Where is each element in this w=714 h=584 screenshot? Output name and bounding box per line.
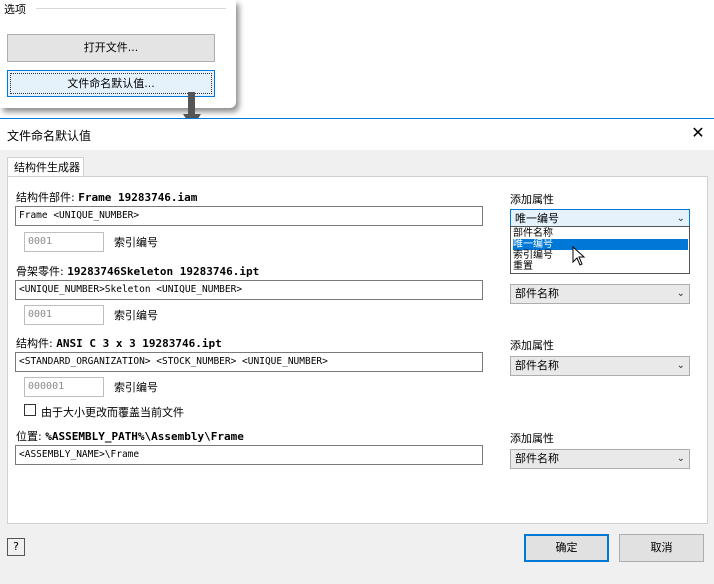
file-naming-defaults-dialog: 文件命名默认值 ✕ 结构件生成器 [0, 118, 714, 584]
chevron-down-icon: ⌄ [676, 453, 685, 464]
dropdown-option-unique-number[interactable]: 唯一编号 [513, 239, 688, 250]
cancel-button[interactable]: 取消 [619, 534, 704, 562]
overwrite-checkbox[interactable] [24, 404, 36, 416]
chevron-down-icon: ⌄ [676, 360, 685, 371]
index-number-label: 索引编号 [114, 236, 158, 249]
dialog-titlebar: 文件命名默认值 ✕ [0, 119, 714, 150]
dropdown-option-index-number[interactable]: 索引编号 [513, 250, 688, 261]
location-label: 位置: %ASSEMBLY_PATH%\Assembly\Frame [16, 430, 244, 443]
add-property-label: 添加属性 [510, 339, 554, 352]
add-property-combo-member[interactable]: 部件名称 ⌄ [510, 356, 690, 376]
options-panel: 选项 打开文件... 文件命名默认值... [0, 0, 236, 108]
close-icon[interactable]: ✕ [690, 125, 706, 141]
frame-member-pattern-input[interactable]: <STANDARD_ORGANIZATION> <STOCK_NUMBER> <… [15, 352, 483, 372]
file-naming-defaults-button[interactable]: 文件命名默认值... [7, 70, 215, 97]
index-number-label: 索引编号 [114, 309, 158, 322]
divider [36, 8, 226, 9]
tab-frame-generator[interactable]: 结构件生成器 [7, 157, 84, 177]
add-property-dropdown-list: 部件名称 唯一编号 索引编号 重置 [510, 226, 690, 274]
add-property-label: 添加属性 [510, 432, 554, 445]
mouse-cursor-icon [572, 246, 586, 266]
frame-member-index-input[interactable]: 000001 [24, 377, 104, 397]
help-icon[interactable]: ? [7, 538, 25, 556]
dialog-title: 文件命名默认值 [7, 129, 92, 143]
frame-assembly-label: 结构件部件: Frame 19283746.iam [16, 191, 198, 204]
location-pattern-input[interactable]: <ASSEMBLY_NAME>\Frame [15, 445, 483, 465]
frame-member-label: 结构件: ANSI C 3 x 3 19283746.ipt [16, 337, 222, 350]
skeleton-part-label: 骨架零件: 19283746Skeleton 19283746.ipt [16, 265, 260, 278]
add-property-combo-skeleton[interactable]: 部件名称 ⌄ [510, 284, 690, 304]
skeleton-part-index-input[interactable]: 0001 [24, 305, 104, 325]
options-title: 选项 [4, 3, 26, 16]
chevron-down-icon: ⌄ [676, 288, 685, 299]
add-property-combo-location[interactable]: 部件名称 ⌄ [510, 449, 690, 469]
ok-button[interactable]: 确定 [524, 534, 609, 562]
frame-assembly-pattern-input[interactable]: Frame <UNIQUE_NUMBER> [15, 206, 483, 226]
index-number-label: 索引编号 [114, 381, 158, 394]
dropdown-option-reset[interactable]: 重置 [513, 261, 688, 272]
overwrite-checkbox-label: 由于大小更改而覆盖当前文件 [41, 406, 184, 419]
skeleton-part-pattern-input[interactable]: <UNIQUE_NUMBER>Skeleton <UNIQUE_NUMBER> [15, 280, 483, 300]
dropdown-option-part-name[interactable]: 部件名称 [513, 228, 688, 239]
open-file-button[interactable]: 打开文件... [7, 34, 215, 62]
add-property-label: 添加属性 [510, 193, 554, 206]
frame-assembly-index-input[interactable]: 0001 [24, 232, 104, 252]
